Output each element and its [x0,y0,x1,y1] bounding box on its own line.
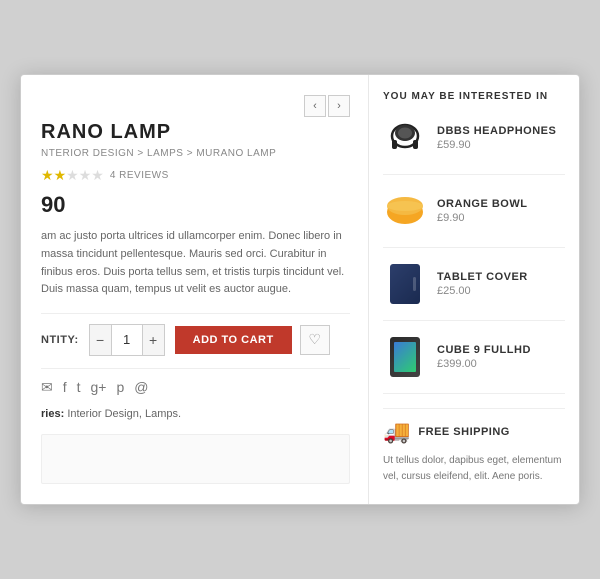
left-panel: ‹ › RANO LAMP NTERIOR DESIGN > LAMPS > M… [21,75,369,503]
reviews-count: 4 REVIEWS [110,170,169,181]
quantity-box: − + [89,324,165,356]
divider-1 [41,313,350,314]
rating-row: ★ ★ ★ ★ ★ 4 REVIEWS [41,167,350,184]
shipping-section: 🚚 FREE SHIPPING Ut tellus dolor, dapibus… [383,408,565,485]
recommended-product-bowl[interactable]: ORANGE BOWL £9.90 [383,189,565,248]
product-navigation: ‹ › [41,95,350,117]
headphones-info: DBBS HEADPHONES £59.90 [437,125,556,151]
headphones-thumbnail [383,116,427,160]
shipping-description: Ut tellus dolor, dapibus eget, elementum… [383,453,565,485]
prev-product-button[interactable]: ‹ [304,95,326,117]
tablet-cover-thumbnail [383,262,427,306]
headphones-icon [385,118,425,158]
tablet-cover-name: TABLET COVER [437,271,528,283]
shipping-title: FREE SHIPPING [418,426,509,438]
tablet-cover-info: TABLET COVER £25.00 [437,271,528,297]
quantity-label: NTITY: [41,334,79,346]
share-facebook-icon[interactable]: f [63,379,67,395]
product-page-window: ‹ › RANO LAMP NTERIOR DESIGN > LAMPS > M… [20,74,580,504]
categories-row: ries: Interior Design, Lamps. [41,408,350,420]
headphones-price: £59.90 [437,139,556,151]
recommended-product-headphones[interactable]: DBBS HEADPHONES £59.90 [383,116,565,175]
bowl-icon [383,192,427,230]
interested-section-title: YOU MAY BE INTERESTED IN [383,91,565,102]
star-1: ★ [41,167,54,184]
shipping-header: 🚚 FREE SHIPPING [383,419,565,445]
quantity-minus-button[interactable]: − [90,325,112,355]
cube9-name: CUBE 9 FULLHD [437,344,531,356]
divider-2 [41,368,350,369]
bowl-price: £9.90 [437,212,527,224]
truck-icon: 🚚 [383,419,410,445]
cube9-thumbnail [383,335,427,379]
tablet-screen [394,342,416,372]
share-mail-icon[interactable]: @ [134,379,148,395]
next-product-button[interactable]: › [328,95,350,117]
comment-box [41,434,350,484]
headphones-name: DBBS HEADPHONES [437,125,556,137]
share-row: ✉ f t g+ p @ [41,379,350,396]
wishlist-button[interactable]: ♡ [300,325,330,355]
share-twitter-icon[interactable]: t [77,379,81,395]
star-5: ★ [91,167,104,184]
bowl-info: ORANGE BOWL £9.90 [437,198,527,224]
share-email-icon[interactable]: ✉ [41,379,53,396]
product-title: RANO LAMP [41,121,350,144]
recommended-product-cube9[interactable]: CUBE 9 FULLHD £399.00 [383,335,565,394]
tablet-cover-icon [390,264,420,304]
quantity-plus-button[interactable]: + [142,325,164,355]
cube9-icon [390,337,420,377]
breadcrumb: NTERIOR DESIGN > LAMPS > MURANO LAMP [41,148,350,159]
star-3: ★ [66,167,79,184]
tablet-cover-price: £25.00 [437,285,528,297]
cube9-info: CUBE 9 FULLHD £399.00 [437,344,531,370]
categories-value: Interior Design, Lamps. [67,408,181,420]
bowl-name: ORANGE BOWL [437,198,527,210]
add-to-cart-button[interactable]: ADD TO CART [175,326,292,354]
cube9-price: £399.00 [437,358,531,370]
quantity-input[interactable] [112,327,142,352]
recommended-product-tablet-cover[interactable]: TABLET COVER £25.00 [383,262,565,321]
share-google-icon[interactable]: g+ [91,379,107,395]
quantity-row: NTITY: − + ADD TO CART ♡ [41,324,350,356]
product-description: am ac justo porta ultrices id ullamcorpe… [41,228,350,298]
categories-label: ries: [41,408,64,420]
share-pinterest-icon[interactable]: p [116,379,124,395]
star-2: ★ [54,167,67,184]
bowl-thumbnail [383,189,427,233]
right-panel: YOU MAY BE INTERESTED IN DBBS HEADPHONES… [369,75,579,503]
product-price: 90 [41,192,350,218]
star-4: ★ [79,167,92,184]
